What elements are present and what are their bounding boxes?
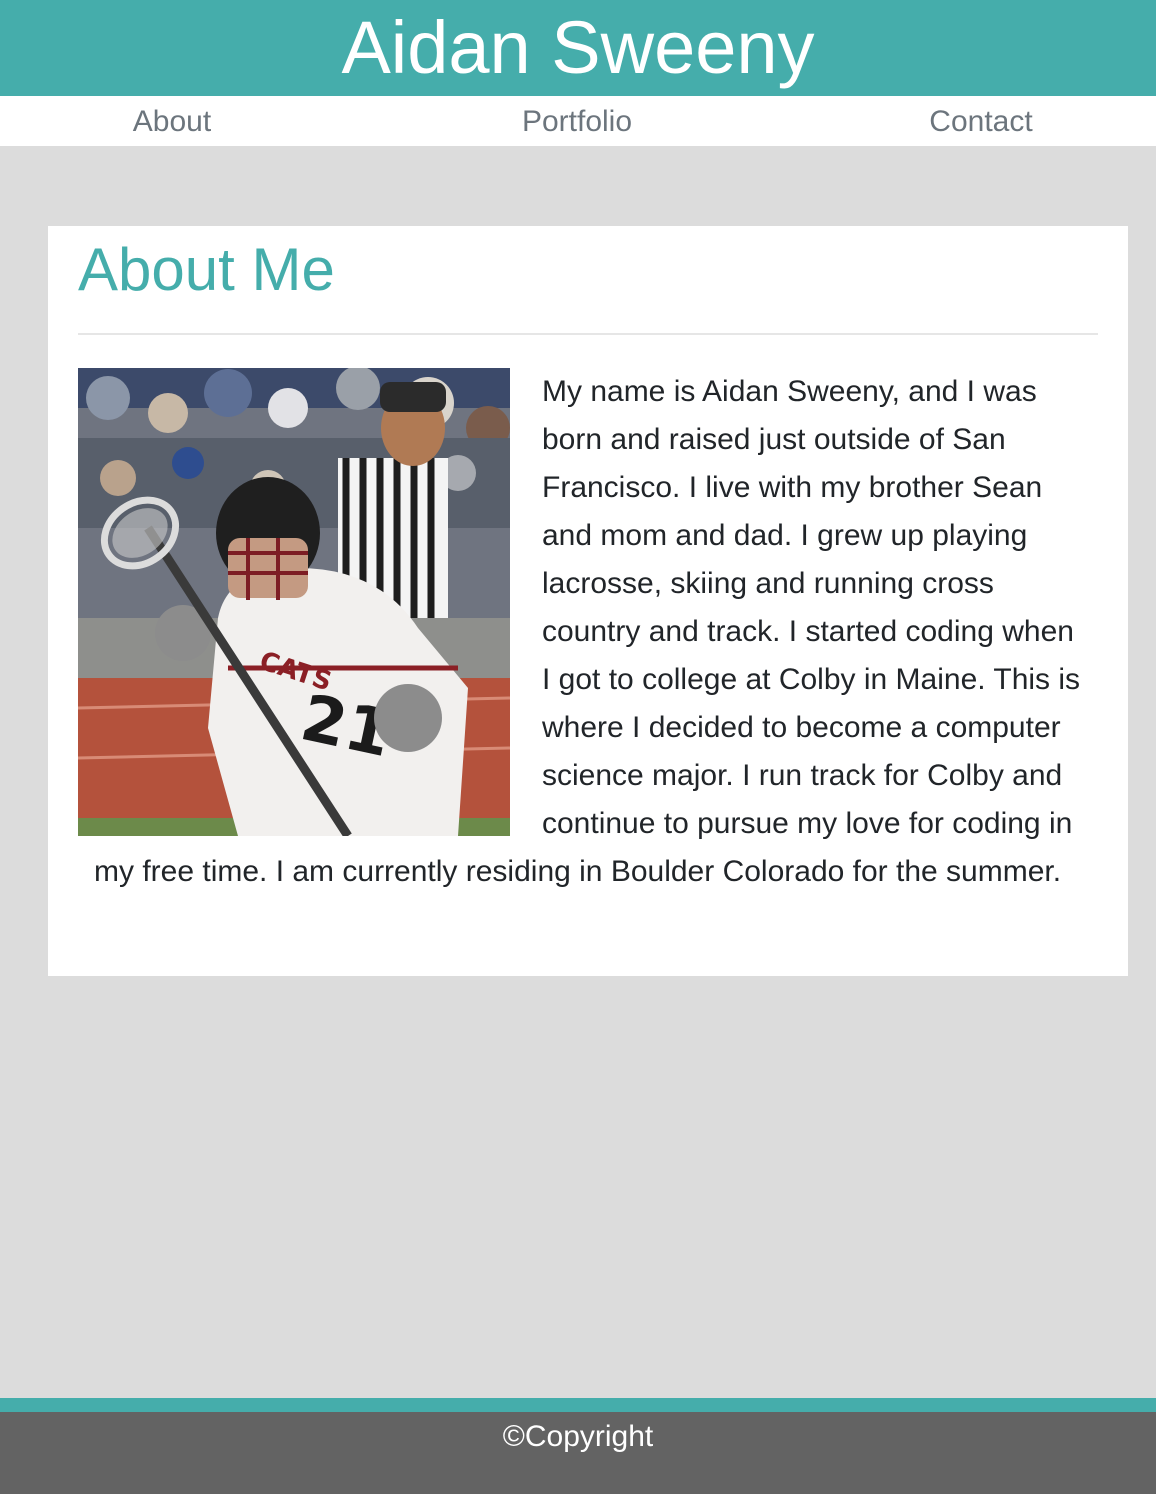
nav-bar: About Portfolio Contact: [0, 96, 1156, 146]
about-section: About Me CATS 21 My name is Aidan Sweeny…: [48, 226, 1128, 976]
nav-link-about[interactable]: About: [133, 96, 211, 146]
footer-body: ©Copyright: [0, 1412, 1156, 1494]
nav-link-contact[interactable]: Contact: [929, 96, 1032, 146]
section-divider: [78, 333, 1098, 335]
copyright-text: ©Copyright: [502, 1420, 654, 1453]
footer-accent-stripe: [0, 1398, 1156, 1412]
nav-link-portfolio[interactable]: Portfolio: [522, 96, 632, 146]
site-footer: ©Copyright: [0, 1398, 1156, 1494]
site-title: Aidan Sweeny: [341, 6, 815, 89]
site-header: Aidan Sweeny: [0, 0, 1156, 96]
lacrosse-player-photo: CATS 21: [78, 368, 510, 836]
about-text-block: CATS 21 My name is Aidan Sweeny, and I w…: [78, 368, 1084, 896]
about-heading: About Me: [78, 236, 335, 303]
